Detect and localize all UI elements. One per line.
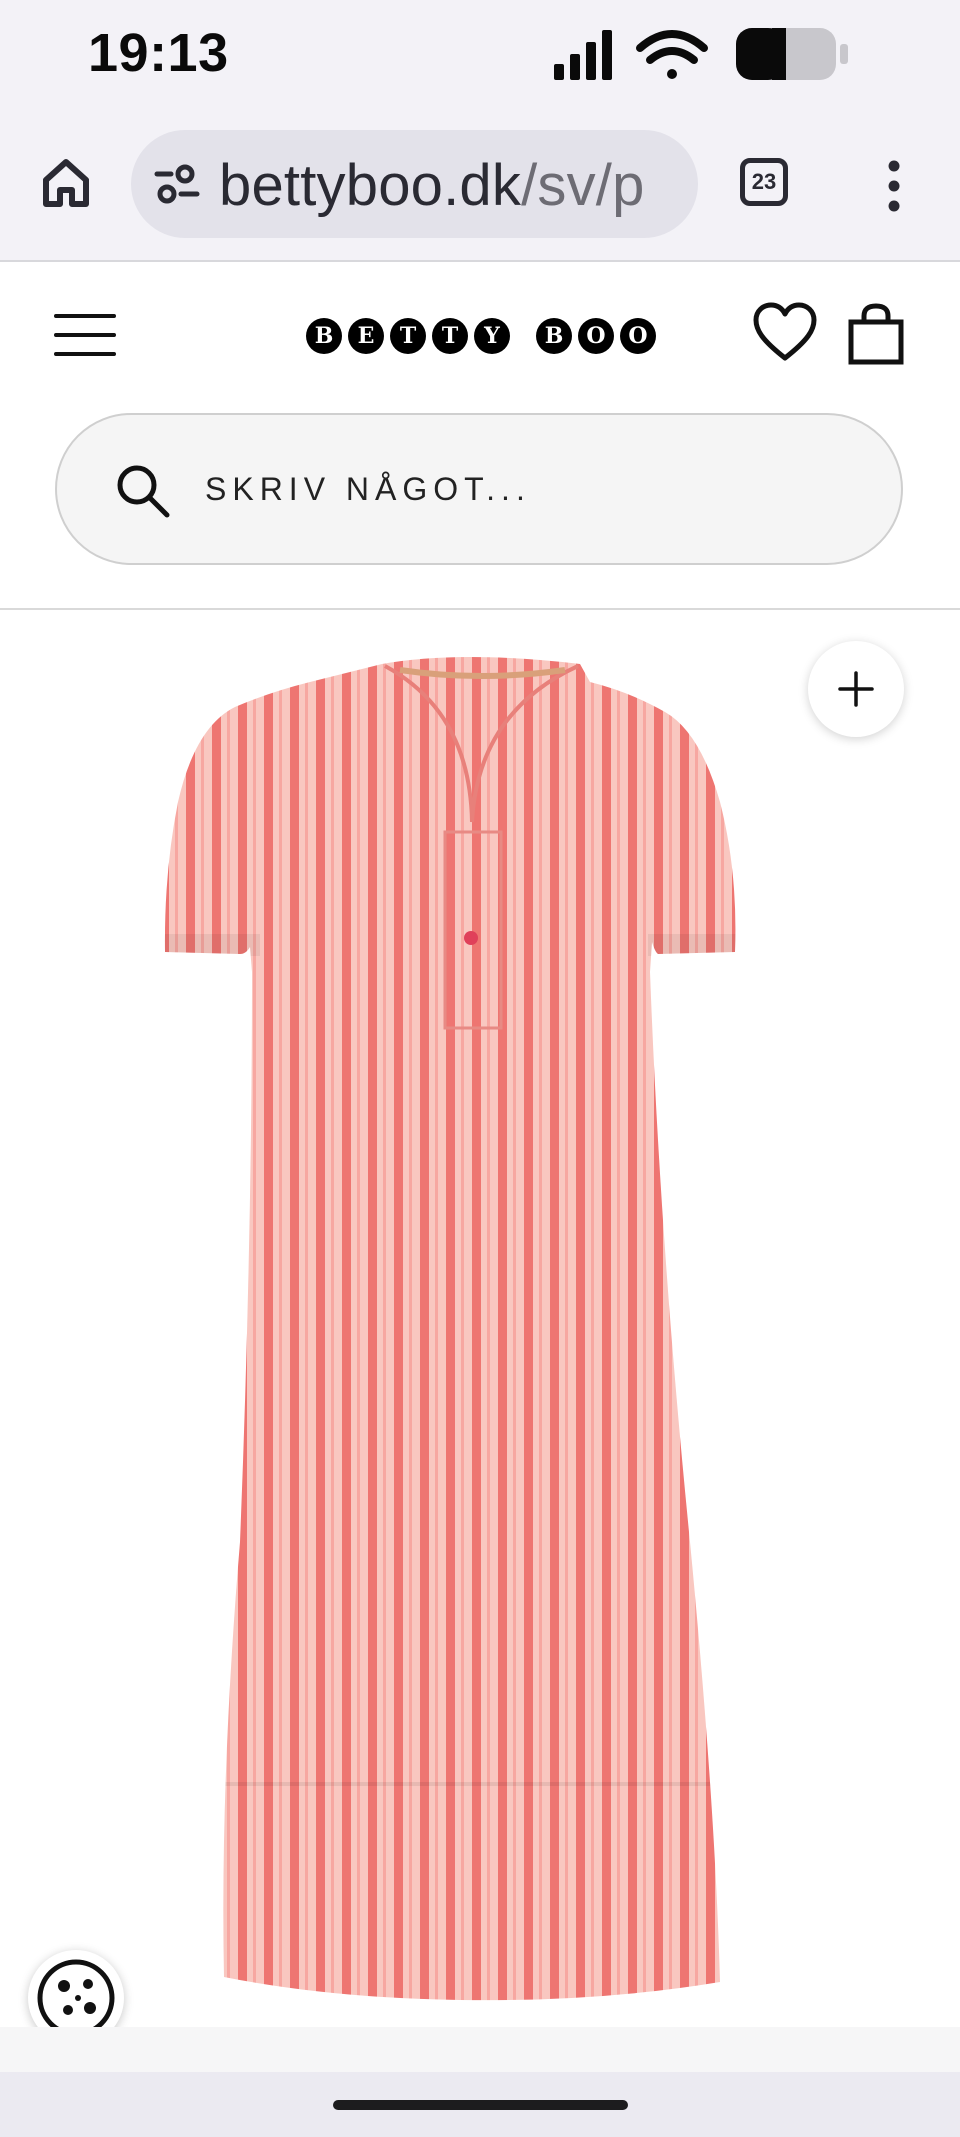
wifi-icon (636, 30, 708, 79)
header-divider (0, 608, 960, 610)
search-input[interactable]: SKRIV NÅGOT... (55, 413, 903, 565)
status-time: 19:13 (88, 23, 229, 83)
logo-letter: O (578, 318, 614, 354)
logo-letter: T (390, 318, 426, 354)
home-indicator[interactable] (333, 2100, 628, 2110)
site-settings-icon[interactable] (153, 160, 201, 208)
logo-letter: T (432, 318, 468, 354)
content-strip (0, 2027, 960, 2072)
site-header: B E T T Y B O O (0, 262, 960, 412)
heart-icon[interactable] (752, 302, 818, 364)
logo-letter: Y (474, 318, 510, 354)
logo-letter: O (620, 318, 656, 354)
hamburger-menu-icon[interactable] (54, 312, 116, 358)
zoom-button[interactable] (808, 641, 904, 737)
status-icons (554, 26, 874, 86)
site-logo[interactable]: B E T T Y B O O (306, 314, 656, 358)
more-vertical-icon[interactable] (876, 156, 912, 216)
tab-switcher-button[interactable]: 23 (740, 158, 788, 206)
logo-letter: B (306, 318, 342, 354)
status-bar: 19:13 (0, 0, 960, 112)
logo-letter: B (536, 318, 572, 354)
search-icon (113, 461, 173, 521)
url-host: bettyboo.dk (219, 153, 522, 218)
plus-icon (838, 671, 874, 707)
shopping-bag-icon[interactable] (848, 302, 904, 366)
url-path: /sv/p (521, 153, 645, 218)
signal-icon (554, 30, 612, 80)
url-text: bettyboo.dk/sv/p (219, 152, 645, 219)
product-image[interactable] (160, 642, 800, 2002)
browser-toolbar: bettyboo.dk/sv/p 23 (0, 112, 960, 262)
search-placeholder: SKRIV NÅGOT... (205, 471, 531, 507)
battery-icon (736, 28, 848, 80)
product-image-area (0, 612, 960, 2046)
logo-letter: E (348, 318, 384, 354)
home-icon[interactable] (36, 152, 96, 212)
address-bar[interactable]: bettyboo.dk/sv/p (131, 130, 698, 238)
